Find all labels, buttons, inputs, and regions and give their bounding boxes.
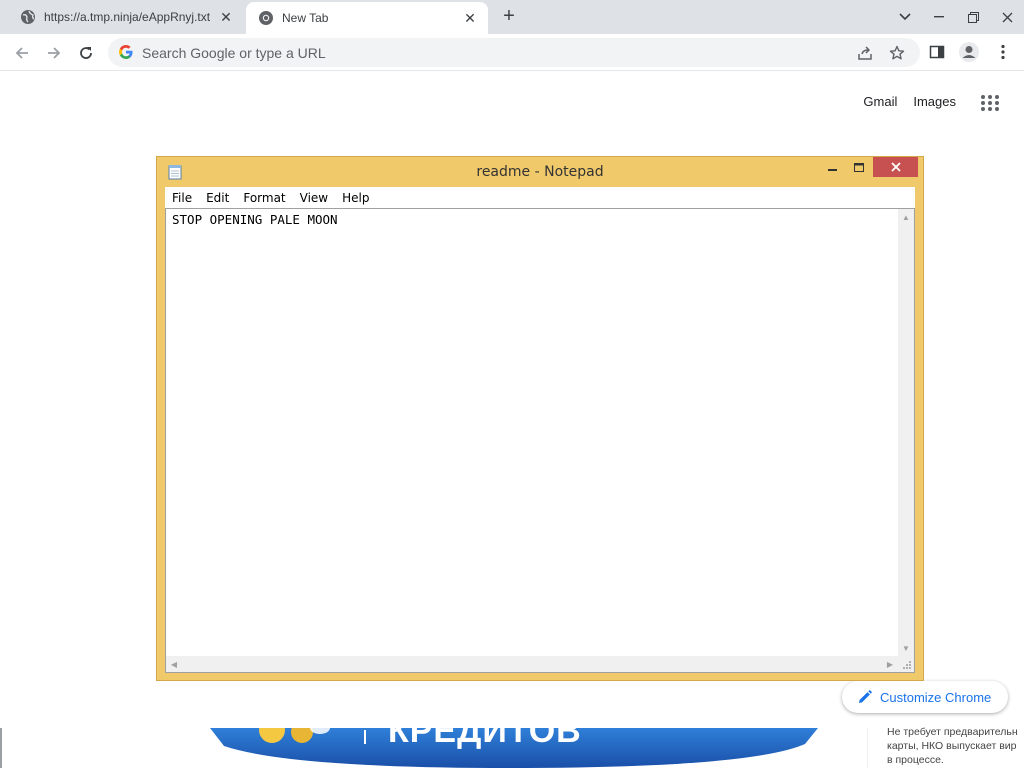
customize-chrome-label: Customize Chrome <box>880 689 992 705</box>
ad-border <box>0 728 2 768</box>
search-input[interactable] <box>142 38 842 67</box>
close-window-icon[interactable] <box>990 0 1024 34</box>
ad-line: Не требует предварительн <box>887 726 1018 738</box>
reload-icon[interactable] <box>72 39 100 67</box>
tab-strip: https://a.tmp.ninja/eAppRnyj.txt ✕ New T… <box>0 0 1024 34</box>
menu-view[interactable]: View <box>293 191 335 205</box>
scroll-left-icon[interactable]: ◀ <box>166 656 182 672</box>
minimize-icon[interactable] <box>922 0 956 34</box>
back-icon[interactable] <box>8 39 36 67</box>
restore-icon[interactable] <box>956 0 990 34</box>
scroll-right-icon[interactable]: ▶ <box>882 656 898 672</box>
globe-icon <box>20 9 36 25</box>
menu-edit[interactable]: Edit <box>199 191 236 205</box>
menu-help[interactable]: Help <box>335 191 376 205</box>
tab-title: New Tab <box>282 11 329 25</box>
google-g-icon <box>119 45 133 59</box>
ad-line: карты, НКО выпускает вир <box>887 740 1017 752</box>
notepad-window[interactable]: readme - Notepad File Edit Format View H… <box>156 156 924 681</box>
notepad-maximize-icon[interactable] <box>846 157 872 177</box>
chrome-icon <box>258 10 274 26</box>
google-apps-icon[interactable] <box>980 94 1000 112</box>
gmail-link[interactable]: Gmail <box>863 94 897 109</box>
tab-tmp-ninja[interactable]: https://a.tmp.ninja/eAppRnyj.txt ✕ <box>8 0 244 34</box>
tab-new-tab[interactable]: New Tab ✕ <box>246 2 488 34</box>
side-panel-icon[interactable] <box>924 39 950 65</box>
bookmark-star-icon[interactable] <box>888 44 906 62</box>
forward-icon[interactable] <box>40 39 68 67</box>
ad-divider <box>364 730 366 744</box>
customize-chrome-button[interactable]: Customize Chrome <box>842 681 1008 713</box>
pencil-icon <box>859 690 872 703</box>
notepad-text-area[interactable]: STOP OPENING PALE MOON ▲ ▼ ◀ ▶ <box>165 208 915 673</box>
notepad-close-icon[interactable] <box>873 157 918 177</box>
notepad-title: readme - Notepad <box>476 164 604 180</box>
scroll-down-icon[interactable]: ▼ <box>898 640 914 656</box>
browser-toolbar <box>0 34 1024 71</box>
notepad-minimize-icon[interactable] <box>819 157 845 177</box>
ntp-header-links: Gmail Images <box>863 94 956 109</box>
tab-search-chevron-icon[interactable] <box>888 0 922 34</box>
chrome-menu-icon[interactable] <box>990 39 1016 65</box>
scroll-up-icon[interactable]: ▲ <box>898 209 914 225</box>
images-link[interactable]: Images <box>913 94 956 109</box>
close-icon[interactable]: ✕ <box>462 10 478 26</box>
ad-banner-text: КРЕДИТОВ <box>388 712 582 750</box>
new-tab-button[interactable]: + <box>498 6 520 28</box>
ad-line: в процессе. <box>887 754 944 766</box>
resize-grip-icon[interactable] <box>898 656 914 672</box>
tab-title: https://a.tmp.ninja/eAppRnyj.txt <box>44 10 211 24</box>
notepad-content[interactable]: STOP OPENING PALE MOON <box>172 212 338 227</box>
share-icon[interactable] <box>856 44 874 62</box>
vertical-scrollbar[interactable]: ▲ ▼ <box>898 209 914 656</box>
menu-format[interactable]: Format <box>236 191 292 205</box>
notepad-titlebar[interactable]: readme - Notepad <box>157 157 923 187</box>
ad-side-text: Не требует предварительн карты, НКО выпу… <box>887 725 1024 767</box>
menu-file[interactable]: File <box>165 191 199 205</box>
omnibox[interactable] <box>108 38 920 67</box>
close-icon[interactable]: ✕ <box>218 9 234 25</box>
profile-avatar-icon[interactable] <box>956 39 982 65</box>
horizontal-scrollbar[interactable]: ◀ ▶ <box>166 656 898 672</box>
window-controls <box>888 0 1024 34</box>
notepad-menubar: File Edit Format View Help <box>165 187 915 208</box>
